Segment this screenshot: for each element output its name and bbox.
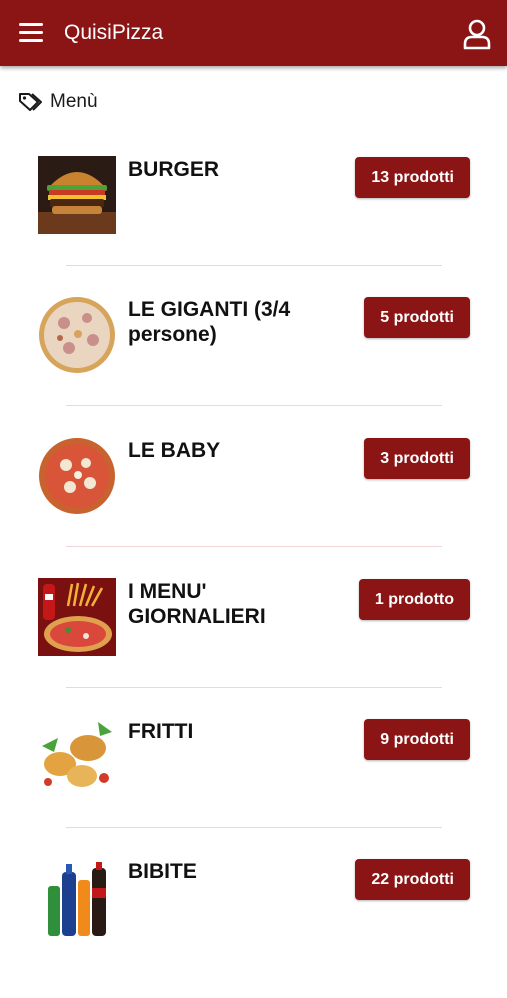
product-count-badge[interactable]: 3 prodotti bbox=[364, 438, 470, 479]
product-count-badge[interactable]: 22 prodotti bbox=[355, 859, 470, 900]
divider bbox=[66, 546, 442, 547]
product-count-badge[interactable]: 5 prodotti bbox=[364, 297, 470, 338]
category-name: FRITTI bbox=[128, 720, 194, 743]
category-item-fritti[interactable]: FRITTI 9 prodotti bbox=[0, 718, 507, 858]
hamburger-menu-icon[interactable] bbox=[16, 20, 46, 46]
category-item-bibite[interactable]: BIBITE 22 prodotti bbox=[0, 858, 507, 998]
section-title: Menù bbox=[50, 91, 98, 112]
tag-icon bbox=[19, 93, 42, 111]
pizza-small-image bbox=[38, 437, 116, 515]
category-item-burger[interactable]: BURGER 13 prodotti bbox=[0, 156, 507, 296]
pizza-large-image bbox=[38, 296, 116, 374]
drinks-image bbox=[38, 858, 116, 936]
app-header: QuisiPizza bbox=[0, 0, 507, 66]
category-item-le-giganti[interactable]: LE GIGANTI (3/4 persone) 5 prodotti bbox=[0, 296, 507, 436]
fried-food-image bbox=[38, 718, 116, 796]
divider bbox=[66, 265, 442, 266]
daily-menu-image bbox=[38, 578, 116, 656]
app-title: QuisiPizza bbox=[64, 21, 164, 44]
burger-image bbox=[38, 156, 116, 234]
product-count-badge[interactable]: 1 prodotto bbox=[358, 579, 470, 620]
divider bbox=[66, 827, 442, 828]
product-count-badge[interactable]: 13 prodotti bbox=[355, 157, 470, 198]
category-name: I MENU' GIORNALIERI bbox=[128, 580, 266, 628]
category-item-menu-giornalieri[interactable]: I MENU' GIORNALIERI 1 prodotto bbox=[0, 578, 507, 718]
menu-section-header: Menù bbox=[18, 91, 98, 113]
category-name: BURGER bbox=[128, 158, 220, 181]
category-item-le-baby[interactable]: LE BABY 3 prodotti bbox=[0, 437, 507, 577]
divider bbox=[66, 687, 442, 688]
category-name: LE BABY bbox=[128, 439, 221, 462]
product-count-badge[interactable]: 9 prodotti bbox=[364, 719, 470, 760]
category-name: BIBITE bbox=[128, 860, 197, 883]
divider bbox=[66, 405, 442, 406]
user-account-icon[interactable] bbox=[462, 18, 492, 50]
category-name: LE GIGANTI (3/4 persone) bbox=[128, 298, 291, 346]
